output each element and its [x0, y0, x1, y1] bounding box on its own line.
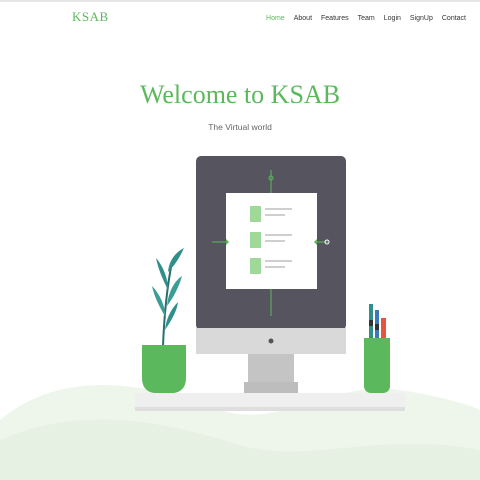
hero-illustration	[0, 156, 480, 480]
desk	[135, 393, 405, 411]
monitor	[196, 156, 346, 393]
plant	[142, 248, 186, 393]
pen-cup	[364, 304, 390, 393]
